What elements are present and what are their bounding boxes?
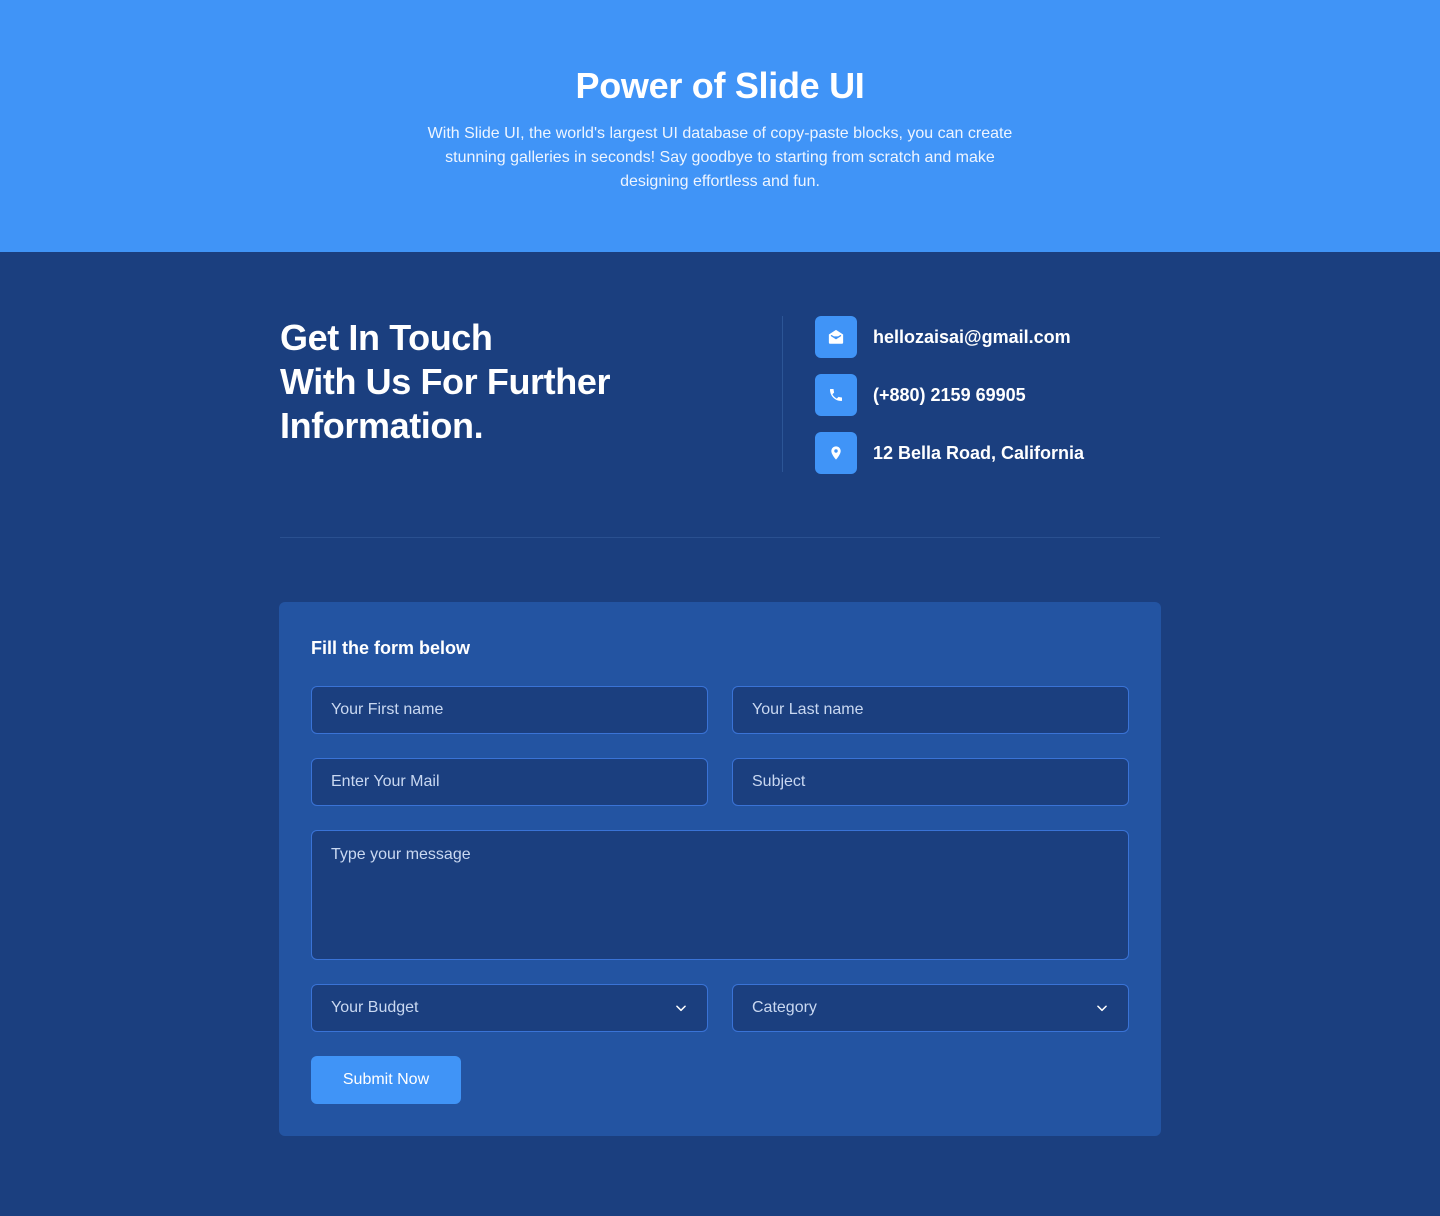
email-input[interactable]: [311, 758, 708, 806]
phone-icon: [815, 374, 857, 416]
first-name-input[interactable]: [311, 686, 708, 734]
vertical-divider: [782, 316, 783, 472]
headline-line-3: Information.: [280, 405, 484, 446]
contact-form: Fill the form below Your Budget Category…: [279, 602, 1161, 1136]
chevron-down-icon: [674, 1001, 688, 1015]
contact-info-list: hellozaisai@gmail.com (+880) 2159 69905 …: [815, 316, 1084, 490]
category-select-label: Category: [752, 999, 817, 1016]
budget-select-label: Your Budget: [331, 999, 419, 1016]
category-select[interactable]: Category: [732, 984, 1129, 1032]
form-title: Fill the form below: [311, 638, 471, 658]
contact-phone[interactable]: (+880) 2159 69905: [815, 374, 1084, 416]
headline-line-1: Get In Touch: [280, 317, 493, 358]
hero-description: With Slide UI, the world's largest UI da…: [427, 125, 1013, 190]
last-name-input[interactable]: [732, 686, 1129, 734]
contact-section: Get In Touch With Us For Further Informa…: [0, 252, 1440, 1216]
message-textarea[interactable]: [311, 830, 1129, 960]
contact-phone-text: (+880) 2159 69905: [873, 384, 1026, 405]
headline-line-2: With Us For Further: [280, 361, 611, 402]
contact-headline: Get In Touch With Us For Further Informa…: [280, 316, 740, 448]
contact-address[interactable]: 12 Bella Road, California: [815, 432, 1084, 474]
mail-open-icon: [815, 316, 857, 358]
hero-title: Power of Slide UI: [575, 65, 865, 106]
location-pin-icon: [815, 432, 857, 474]
hero-section: Power of Slide UI With Slide UI, the wor…: [0, 0, 1440, 252]
contact-email[interactable]: hellozaisai@gmail.com: [815, 316, 1084, 358]
contact-address-text: 12 Bella Road, California: [873, 442, 1085, 463]
chevron-down-icon: [1095, 1001, 1109, 1015]
budget-select[interactable]: Your Budget: [311, 984, 708, 1032]
contact-email-text: hellozaisai@gmail.com: [873, 326, 1071, 347]
horizontal-divider: [280, 537, 1160, 538]
subject-input[interactable]: [732, 758, 1129, 806]
submit-button[interactable]: Submit Now: [311, 1056, 461, 1104]
